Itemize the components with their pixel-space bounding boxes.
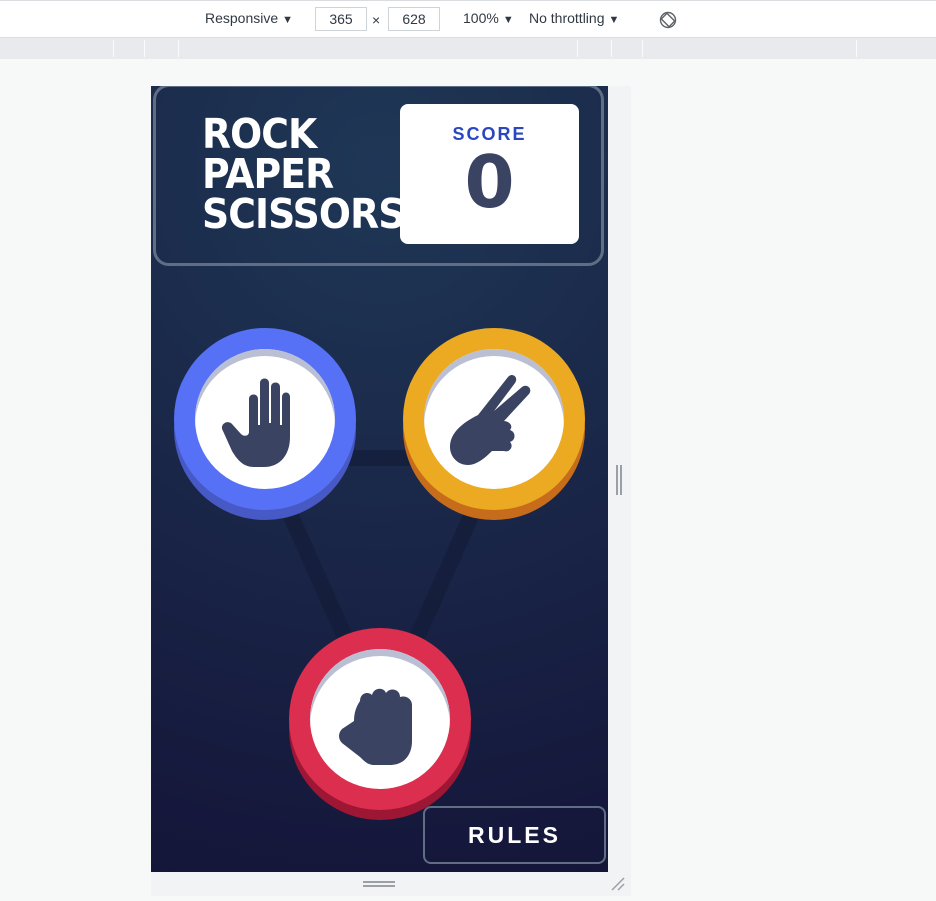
rock-paper-scissors-app: ROCK PAPER SCISSORS SCORE 0 RULES xyxy=(151,86,608,872)
throttling-dropdown[interactable]: No throttling ▼ xyxy=(529,10,619,26)
device-mode-dropdown[interactable]: Responsive ▼ xyxy=(205,10,293,26)
paper-hand-icon xyxy=(221,378,290,467)
dimension-separator: × xyxy=(372,12,381,28)
viewport-width-resize-handle[interactable] xyxy=(616,465,622,495)
throttling-label: No throttling xyxy=(529,10,605,26)
rock-choice-button[interactable] xyxy=(289,628,471,820)
rules-button[interactable]: RULES xyxy=(423,806,606,864)
devtools-device-toolbar: Responsive ▼ 365 × 628 100% ▼ No throttlin… xyxy=(0,0,936,38)
zoom-label: 100% xyxy=(463,10,499,26)
media-query-ruler xyxy=(0,38,936,59)
caret-down-icon: ▼ xyxy=(282,14,294,26)
device-mode-label: Responsive xyxy=(205,10,279,26)
scissors-hand-icon xyxy=(450,374,531,465)
resize-corner-icon[interactable] xyxy=(610,876,626,892)
rotate-icon[interactable] xyxy=(659,11,677,29)
paper-choice-button[interactable] xyxy=(174,328,356,520)
scissors-button-face xyxy=(424,349,564,489)
rock-button-face xyxy=(310,649,450,789)
caret-down-icon: ▼ xyxy=(502,14,514,26)
scissors-choice-button[interactable] xyxy=(403,328,585,520)
viewport-height-resize-handle[interactable] xyxy=(363,881,395,887)
caret-down-icon: ▼ xyxy=(608,14,620,26)
rock-fist-icon xyxy=(339,688,412,765)
viewport-width-input[interactable]: 365 xyxy=(315,7,367,31)
zoom-dropdown[interactable]: 100% ▼ xyxy=(463,10,514,26)
paper-button-face xyxy=(195,349,335,489)
viewport-height-input[interactable]: 628 xyxy=(388,7,440,31)
